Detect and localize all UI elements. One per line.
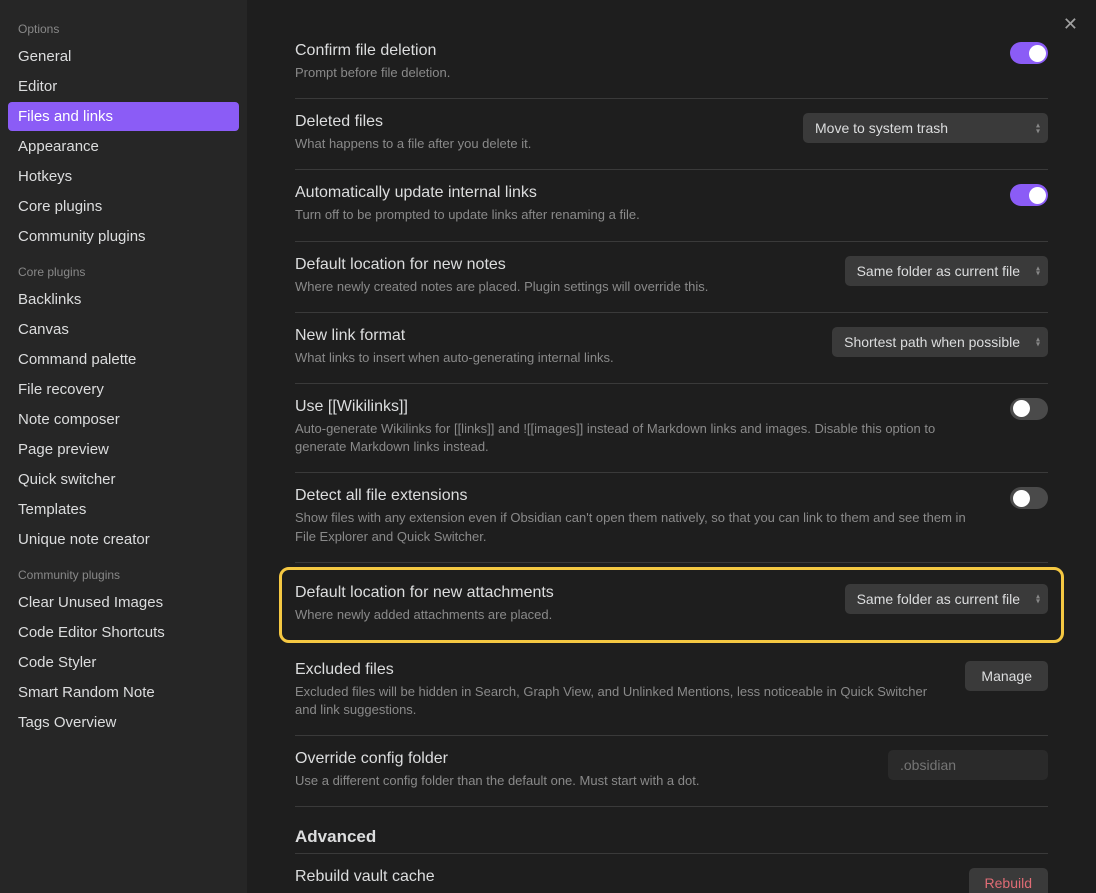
config-folder-input[interactable] <box>888 750 1048 780</box>
auto-update-links-toggle[interactable] <box>1010 184 1048 206</box>
sidebar-item[interactable]: Clear Unused Images <box>8 588 239 617</box>
sidebar-item[interactable]: Files and links <box>8 102 239 131</box>
default-location-attachments-select[interactable]: Same folder as current file ▴▾ <box>845 584 1048 614</box>
sidebar-item[interactable]: Community plugins <box>8 222 239 251</box>
sidebar-item[interactable]: Page preview <box>8 435 239 464</box>
sidebar-item[interactable]: File recovery <box>8 375 239 404</box>
sidebar-item[interactable]: Code Styler <box>8 648 239 677</box>
setting-desc: Excluded files will be hidden in Search,… <box>295 683 945 719</box>
setting-title: Deleted files <box>295 113 783 131</box>
sidebar-item[interactable]: Hotkeys <box>8 162 239 191</box>
setting-desc: Turn off to be prompted to update links … <box>295 206 990 224</box>
sidebar-item[interactable]: Canvas <box>8 315 239 344</box>
setting-desc: Auto-generate Wikilinks for [[links]] an… <box>295 420 990 456</box>
setting-desc: Prompt before file deletion. <box>295 64 990 82</box>
sidebar-item[interactable]: Note composer <box>8 405 239 434</box>
section-header: Core plugins <box>8 257 239 285</box>
settings-sidebar: OptionsGeneralEditorFiles and linksAppea… <box>0 0 247 893</box>
sidebar-item[interactable]: Smart Random Note <box>8 678 239 707</box>
sidebar-item[interactable]: Quick switcher <box>8 465 239 494</box>
detect-ext-toggle[interactable] <box>1010 487 1048 509</box>
sidebar-item[interactable]: Core plugins <box>8 192 239 221</box>
setting-desc: Where newly added attachments are placed… <box>295 606 825 624</box>
sidebar-item[interactable]: Unique note creator <box>8 525 239 554</box>
setting-title: Rebuild vault cache <box>295 868 949 886</box>
rebuild-button[interactable]: Rebuild <box>969 868 1048 893</box>
section-header: Community plugins <box>8 560 239 588</box>
setting-title: Use [[Wikilinks]] <box>295 398 990 416</box>
highlighted-setting: Default location for new attachments Whe… <box>279 567 1064 643</box>
sidebar-item[interactable]: Appearance <box>8 132 239 161</box>
section-header: Options <box>8 14 239 42</box>
setting-title: Override config folder <box>295 750 868 768</box>
setting-title: Confirm file deletion <box>295 42 990 60</box>
advanced-heading: Advanced <box>295 807 1048 854</box>
settings-main: ✕ Confirm file deletion Prompt before fi… <box>247 0 1096 893</box>
sidebar-item[interactable]: Command palette <box>8 345 239 374</box>
setting-title: Automatically update internal links <box>295 184 990 202</box>
sidebar-item[interactable]: Editor <box>8 72 239 101</box>
sidebar-item[interactable]: Backlinks <box>8 285 239 314</box>
setting-desc: Where newly created notes are placed. Pl… <box>295 278 825 296</box>
sidebar-item[interactable]: Tags Overview <box>8 708 239 737</box>
default-location-notes-select[interactable]: Same folder as current file ▴▾ <box>845 256 1048 286</box>
sidebar-item[interactable]: General <box>8 42 239 71</box>
manage-button[interactable]: Manage <box>965 661 1048 691</box>
chevron-updown-icon: ▴▾ <box>1036 336 1040 347</box>
sidebar-item[interactable]: Code Editor Shortcuts <box>8 618 239 647</box>
confirm-delete-toggle[interactable] <box>1010 42 1048 64</box>
setting-desc: What happens to a file after you delete … <box>295 135 783 153</box>
setting-desc: What links to insert when auto-generatin… <box>295 349 812 367</box>
sidebar-item[interactable]: Templates <box>8 495 239 524</box>
setting-title: Default location for new attachments <box>295 584 825 602</box>
chevron-updown-icon: ▴▾ <box>1036 123 1040 134</box>
close-icon[interactable]: ✕ <box>1059 10 1082 39</box>
setting-desc: Show files with any extension even if Ob… <box>295 509 990 545</box>
chevron-updown-icon: ▴▾ <box>1036 265 1040 276</box>
chevron-updown-icon: ▴▾ <box>1036 593 1040 604</box>
setting-title: Default location for new notes <box>295 256 825 274</box>
setting-title: Detect all file extensions <box>295 487 990 505</box>
setting-title: New link format <box>295 327 812 345</box>
wikilinks-toggle[interactable] <box>1010 398 1048 420</box>
setting-title: Excluded files <box>295 661 945 679</box>
new-link-format-select[interactable]: Shortest path when possible ▴▾ <box>832 327 1048 357</box>
setting-desc: Use a different config folder than the d… <box>295 772 868 790</box>
deleted-files-select[interactable]: Move to system trash ▴▾ <box>803 113 1048 143</box>
